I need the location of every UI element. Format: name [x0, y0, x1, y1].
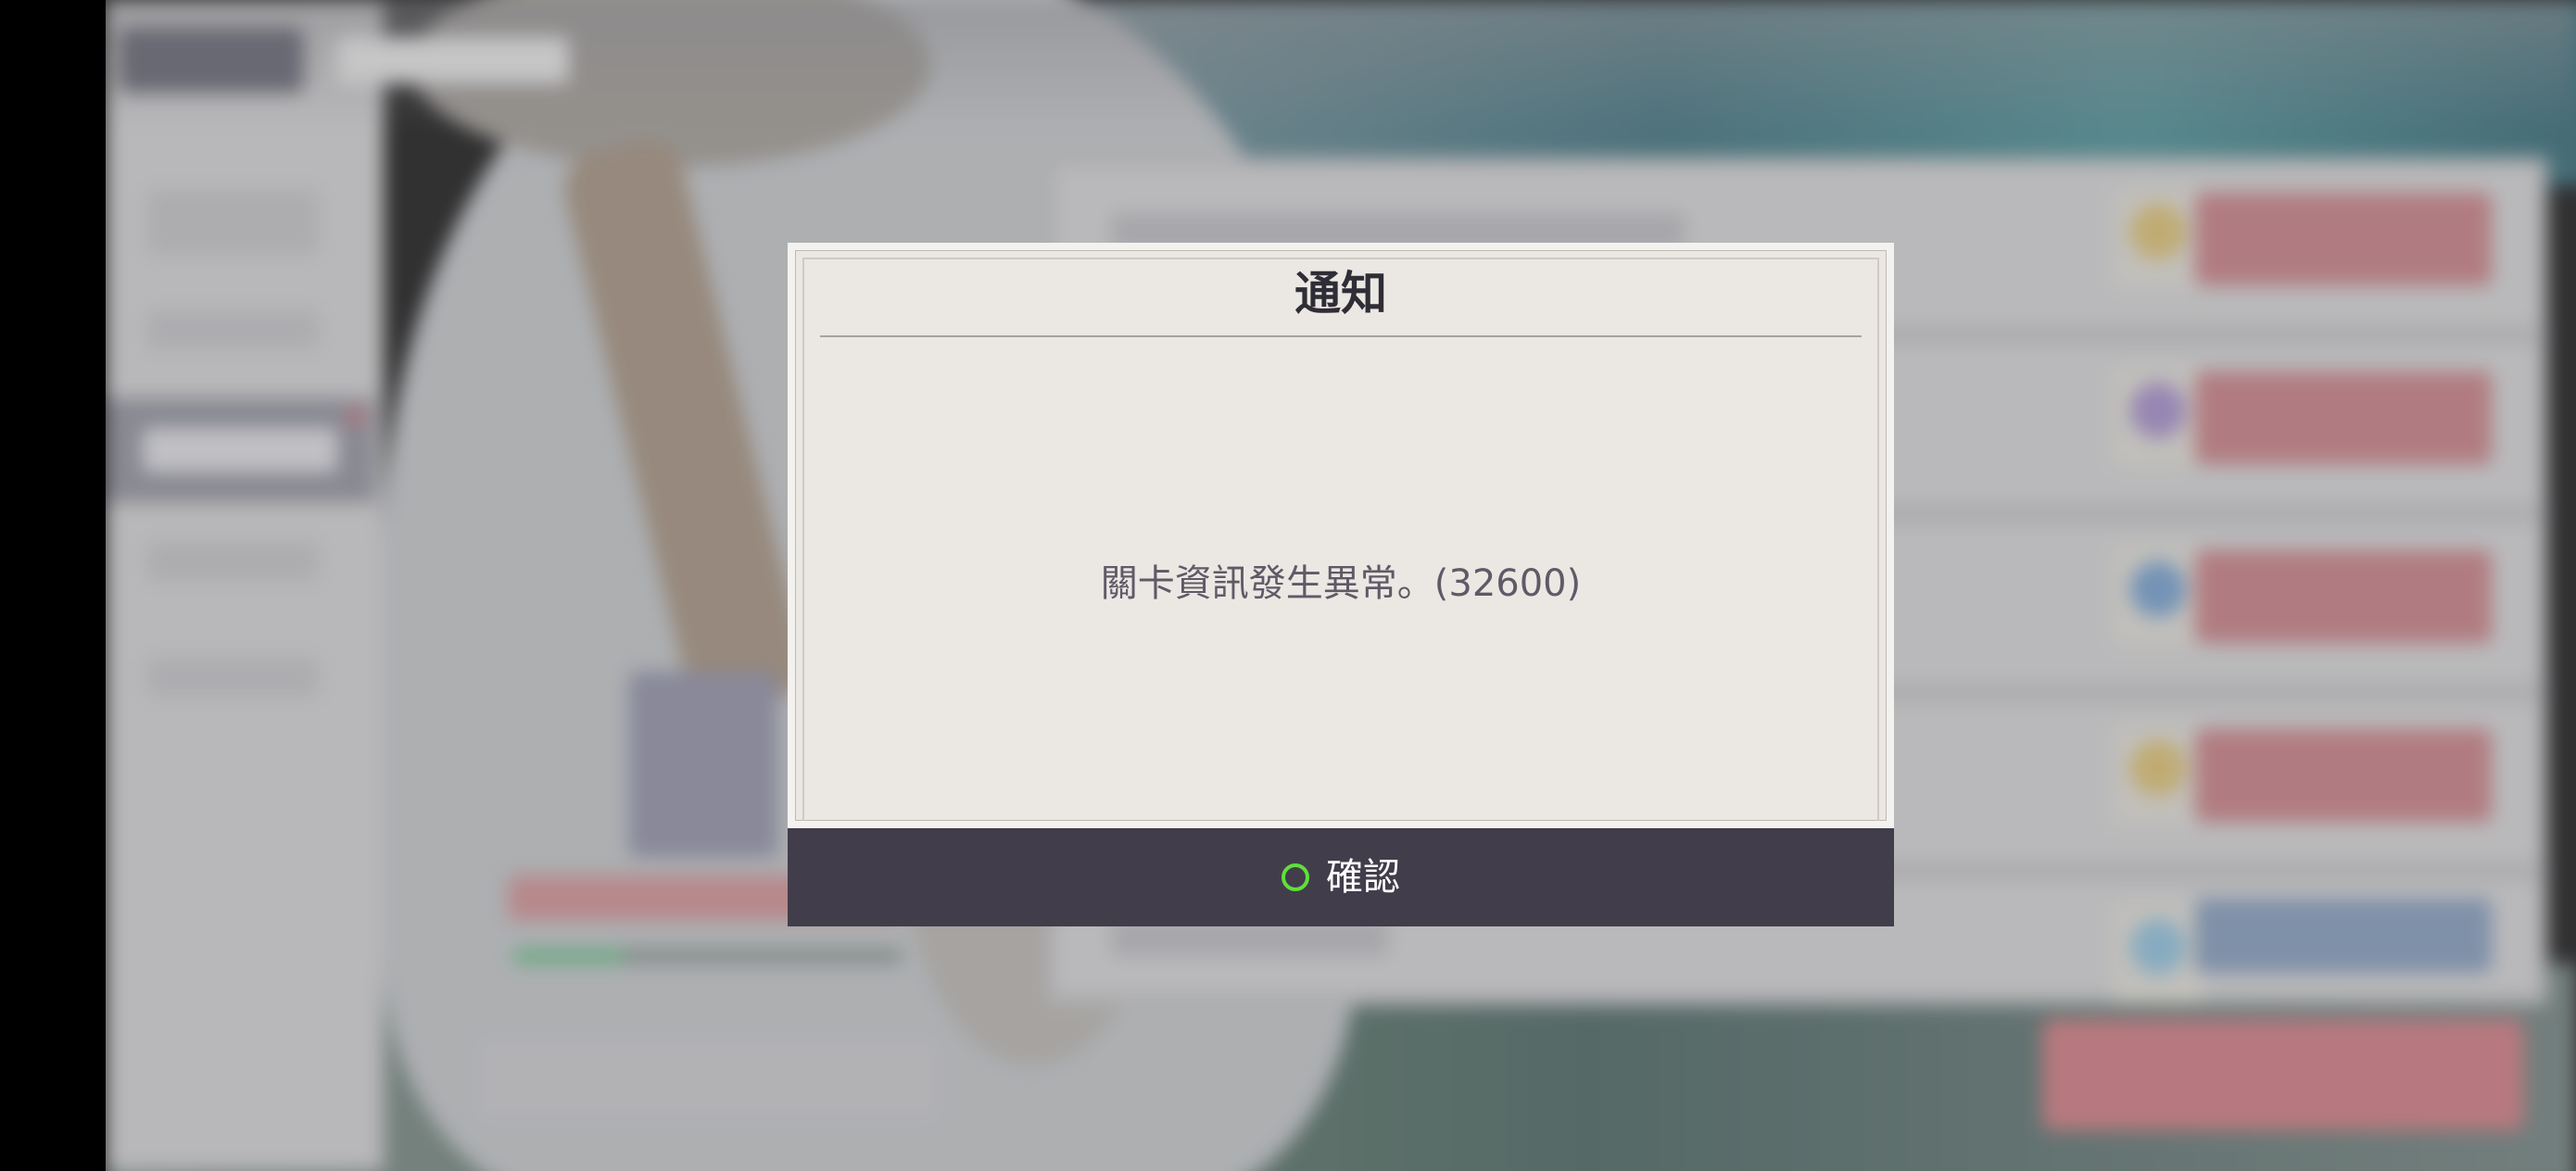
dialog-body: [788, 243, 1894, 828]
circle-icon: [1282, 863, 1309, 891]
dialog-message: 關卡資訊發生異常。(32600): [1100, 562, 1582, 605]
confirm-button[interactable]: 確認: [788, 828, 1894, 926]
notification-dialog: 通知 關卡資訊發生異常。(32600) 確認: [788, 243, 1894, 926]
dialog-frame: [802, 258, 1879, 821]
game-screen: 通知 關卡資訊發生異常。(32600) 確認: [106, 0, 2576, 1171]
dialog-title: 通知: [1294, 267, 1387, 321]
dialog-divider: [820, 335, 1862, 337]
confirm-button-label: 確認: [1326, 856, 1400, 899]
